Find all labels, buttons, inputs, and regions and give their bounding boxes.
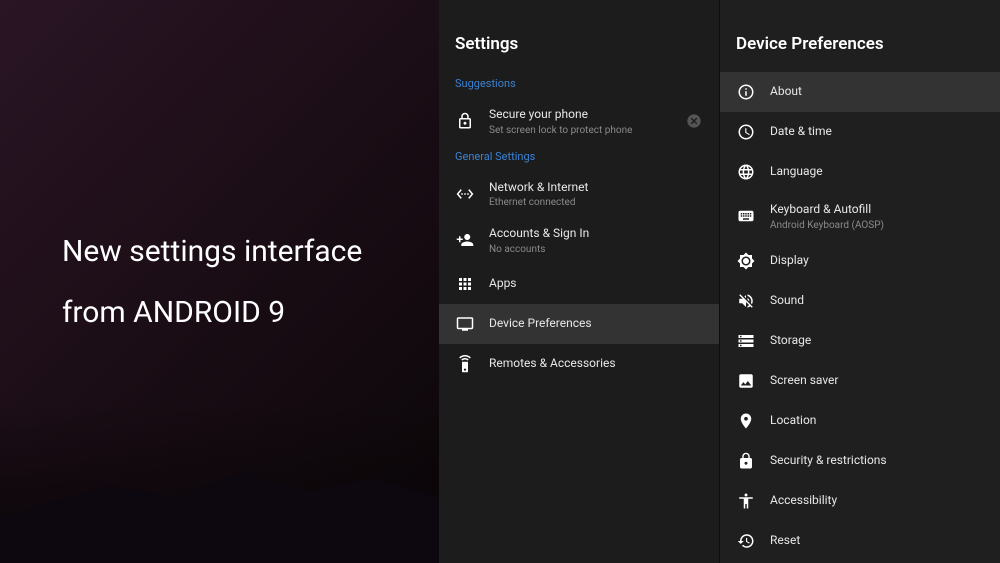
- remotes-label: Remotes & Accessories: [489, 356, 703, 372]
- settings-item-accounts[interactable]: Accounts & Sign In No accounts: [439, 217, 719, 264]
- storage-icon: [736, 331, 756, 351]
- reset-icon: [736, 531, 756, 551]
- pref-item-keyboard[interactable]: Keyboard & Autofill Android Keyboard (AO…: [720, 192, 1000, 241]
- globe-icon: [736, 162, 756, 182]
- network-icon: [455, 184, 475, 204]
- pref-item-display[interactable]: Display: [720, 241, 1000, 281]
- pref-item-language[interactable]: Language: [720, 152, 1000, 192]
- remote-icon: [455, 354, 475, 374]
- pref-item-about[interactable]: About: [720, 72, 1000, 112]
- keyboard-icon: [736, 206, 756, 226]
- pref-item-sound[interactable]: Sound: [720, 281, 1000, 321]
- apps-icon: [455, 274, 475, 294]
- pref-item-location[interactable]: Location: [720, 401, 1000, 441]
- screensaver-icon: [736, 371, 756, 391]
- clock-icon: [736, 122, 756, 142]
- accounts-sub: No accounts: [489, 244, 703, 255]
- account-icon: [455, 230, 475, 250]
- keyboard-sub: Android Keyboard (AOSP): [770, 220, 984, 231]
- security-lock-icon: [736, 451, 756, 471]
- pref-item-accessibility[interactable]: Accessibility: [720, 481, 1000, 521]
- security-label: Security & restrictions: [770, 453, 984, 469]
- datetime-label: Date & time: [770, 124, 984, 140]
- location-label: Location: [770, 413, 984, 429]
- settings-title: Settings: [439, 34, 719, 72]
- settings-item-remotes[interactable]: Remotes & Accessories: [439, 344, 719, 384]
- sound-label: Sound: [770, 293, 984, 309]
- about-label: About: [770, 84, 984, 100]
- settings-item-network[interactable]: Network & Internet Ethernet connected: [439, 171, 719, 218]
- device-preferences-title: Device Preferences: [720, 34, 1000, 72]
- brightness-icon: [736, 251, 756, 271]
- pref-item-security[interactable]: Security & restrictions: [720, 441, 1000, 481]
- pref-item-datetime[interactable]: Date & time: [720, 112, 1000, 152]
- tv-icon: [455, 314, 475, 334]
- settings-item-apps[interactable]: Apps: [439, 264, 719, 304]
- screensaver-label: Screen saver: [770, 373, 984, 389]
- secure-phone-label: Secure your phone: [489, 107, 677, 123]
- lock-icon: [455, 111, 475, 131]
- accessibility-icon: [736, 491, 756, 511]
- settings-item-device-preferences[interactable]: Device Preferences: [439, 304, 719, 344]
- pref-item-reset[interactable]: Reset: [720, 521, 1000, 561]
- pref-item-storage[interactable]: Storage: [720, 321, 1000, 361]
- storage-label: Storage: [770, 333, 984, 349]
- device-preferences-panel: Device Preferences About Date & time Lan…: [720, 0, 1000, 563]
- reset-label: Reset: [770, 533, 984, 549]
- network-sub: Ethernet connected: [489, 197, 703, 208]
- info-icon: [736, 82, 756, 102]
- general-section-label: General Settings: [439, 145, 719, 171]
- suggestions-section-label: Suggestions: [439, 72, 719, 98]
- keyboard-label: Keyboard & Autofill: [770, 202, 984, 218]
- display-label: Display: [770, 253, 984, 269]
- settings-item-secure-phone[interactable]: Secure your phone Set screen lock to pro…: [439, 98, 719, 145]
- hero-panel: New settings interface from ANDROID 9: [0, 0, 439, 563]
- hero-line2: from ANDROID 9: [62, 295, 439, 330]
- network-label: Network & Internet: [489, 180, 703, 196]
- accounts-label: Accounts & Sign In: [489, 226, 703, 242]
- pref-item-screensaver[interactable]: Screen saver: [720, 361, 1000, 401]
- sound-icon: [736, 291, 756, 311]
- language-label: Language: [770, 164, 984, 180]
- accessibility-label: Accessibility: [770, 493, 984, 509]
- secure-phone-sub: Set screen lock to protect phone: [489, 125, 677, 136]
- settings-panel: Settings Suggestions Secure your phone S…: [439, 0, 720, 563]
- apps-label: Apps: [489, 276, 703, 292]
- location-icon: [736, 411, 756, 431]
- dismiss-icon[interactable]: [685, 112, 703, 130]
- hero-line1: New settings interface: [62, 234, 439, 269]
- device-preferences-label: Device Preferences: [489, 316, 703, 332]
- background-mountains: [0, 403, 439, 563]
